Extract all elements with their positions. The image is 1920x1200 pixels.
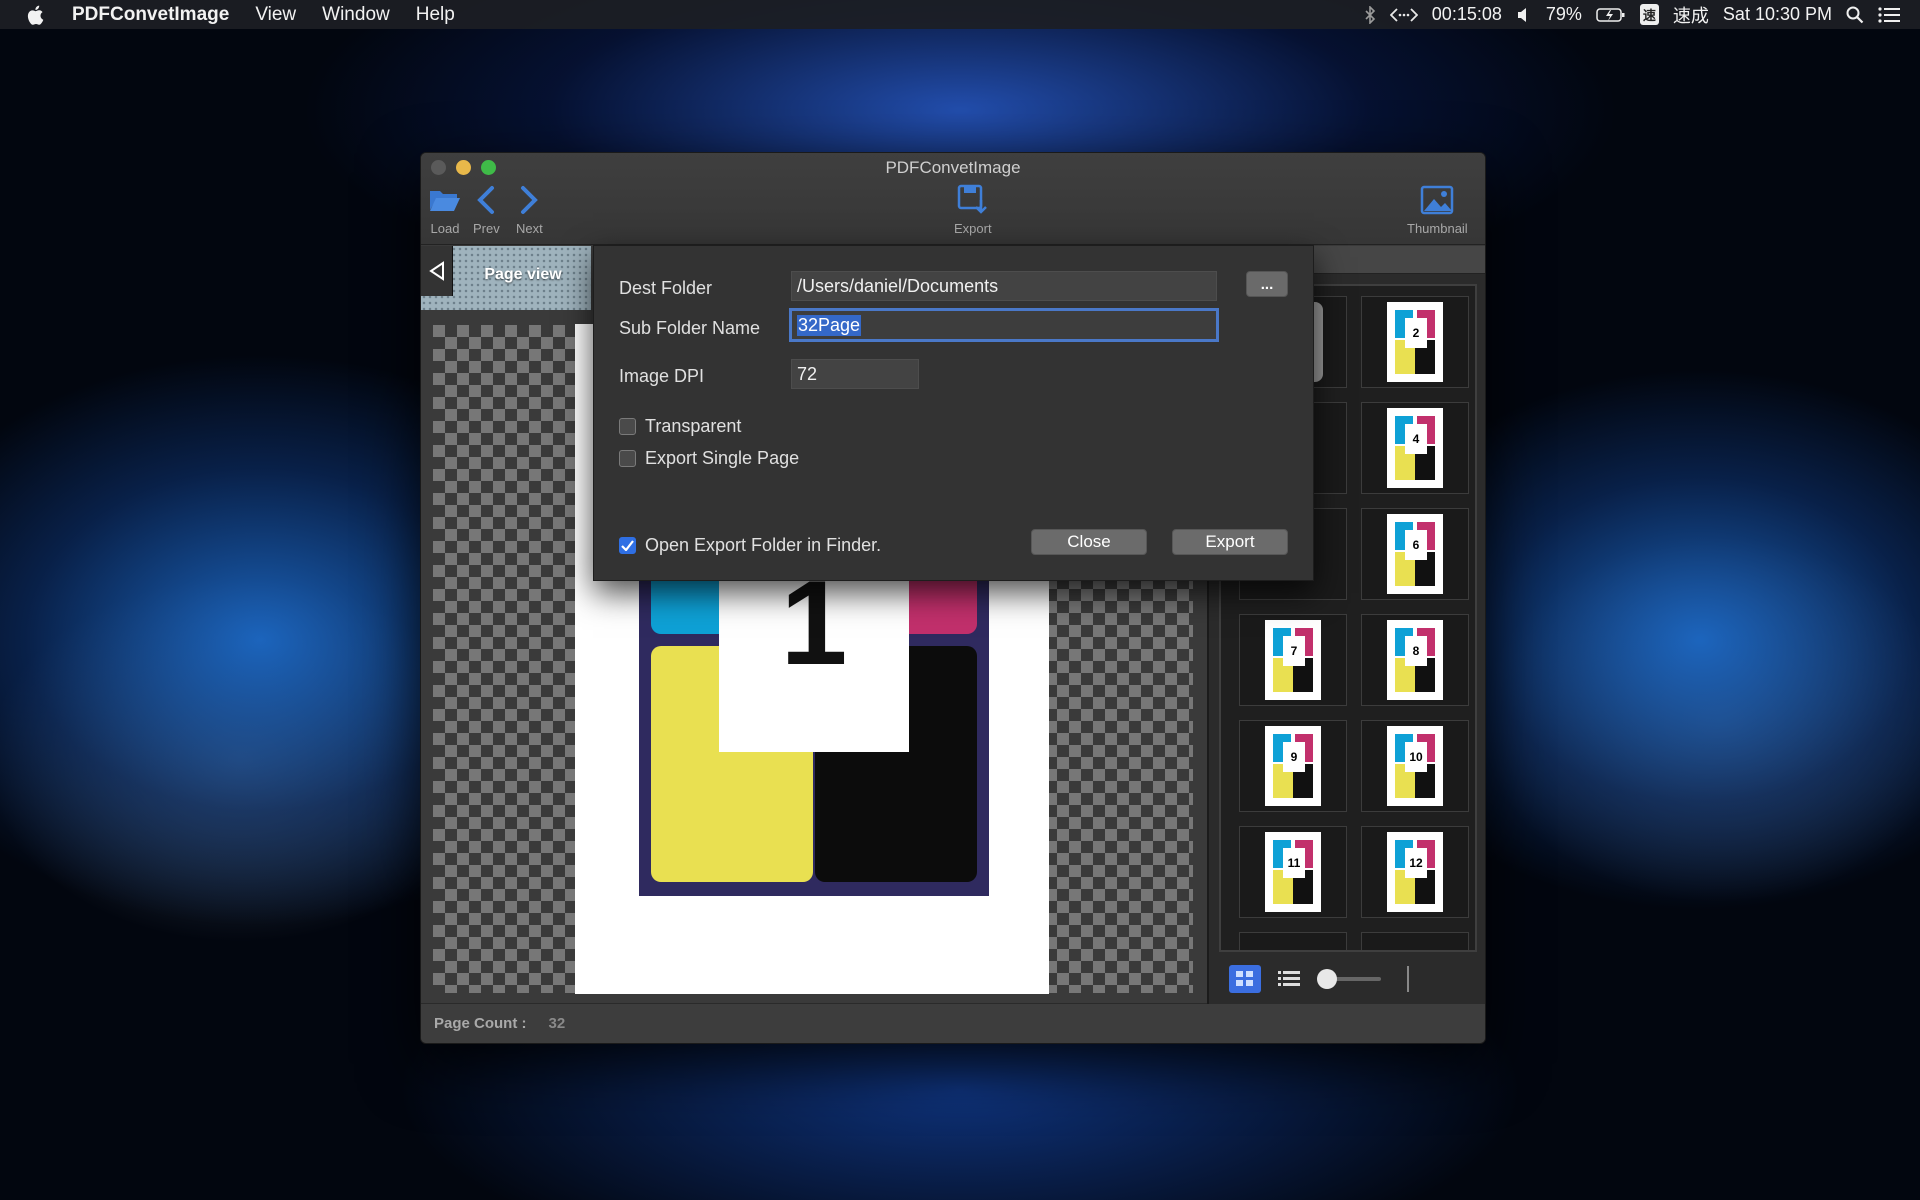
load-label: Load — [430, 221, 460, 236]
menu-bar: PDFConvetImage View Window Help 00:15:08… — [0, 0, 1920, 29]
close-button[interactable]: Close — [1031, 529, 1147, 555]
prev-label: Prev — [473, 221, 500, 236]
thumbnail-page: 4 — [1387, 408, 1443, 488]
export-single-page-checkbox[interactable]: Export Single Page — [619, 448, 799, 469]
thumbnail-item[interactable] — [1361, 932, 1469, 950]
menu-window[interactable]: Window — [322, 4, 390, 26]
export-dialog: Dest Folder /Users/daniel/Documents ... … — [593, 245, 1314, 581]
sub-folder-label: Sub Folder Name — [619, 318, 761, 338]
bluetooth-icon[interactable] — [1364, 5, 1376, 24]
menu-help[interactable]: Help — [416, 4, 455, 26]
export-toolbar-button[interactable]: Export — [954, 183, 992, 236]
battery-charging-icon[interactable] — [1596, 7, 1626, 23]
thumbnail-page: 7 — [1265, 620, 1321, 700]
thumbnail-item[interactable]: 12 — [1361, 826, 1469, 918]
thumbnail-page: 6 — [1387, 514, 1443, 594]
thumbnail-number: 6 — [1405, 530, 1427, 560]
export-button[interactable]: Export — [1172, 529, 1288, 555]
chevron-left-icon — [475, 183, 497, 217]
thumbnail-item[interactable]: 10 — [1361, 720, 1469, 812]
page-count-label: Page Count : — [434, 1015, 527, 1032]
thumbnail-footer — [1209, 956, 1485, 1002]
battery-percent[interactable]: 79% — [1546, 4, 1582, 25]
open-finder-checkbox[interactable]: Open Export Folder in Finder. — [619, 535, 881, 556]
thumbnail-page: 8 — [1387, 620, 1443, 700]
slider-divider — [1407, 966, 1409, 992]
transparent-label: Transparent — [645, 416, 742, 436]
browse-folder-button[interactable]: ... — [1246, 271, 1288, 297]
export-single-page-label: Export Single Page — [645, 448, 800, 468]
slider-knob[interactable] — [1317, 969, 1337, 989]
image-dpi-field[interactable]: 72 — [791, 359, 919, 389]
thumbnail-page: 10 — [1387, 726, 1443, 806]
open-finder-checkbox-box[interactable] — [619, 537, 636, 554]
timer-text[interactable]: 00:15:08 — [1432, 4, 1502, 25]
dest-folder-field[interactable]: /Users/daniel/Documents — [791, 271, 1217, 301]
prev-button[interactable]: Prev — [473, 183, 500, 236]
triangle-left-icon — [428, 261, 444, 281]
next-button[interactable]: Next — [516, 183, 543, 236]
notification-center-icon[interactable] — [1878, 6, 1900, 23]
list-view-button[interactable] — [1273, 965, 1305, 993]
thumbnail-size-slider[interactable] — [1317, 969, 1381, 989]
clock-text[interactable]: Sat 10:30 PM — [1723, 4, 1832, 25]
thumbnail-item[interactable]: 7 — [1239, 614, 1347, 706]
window-title: PDFConvetImage — [885, 158, 1021, 177]
tab-page-view[interactable]: Page view — [455, 253, 591, 297]
menu-view[interactable]: View — [255, 4, 296, 26]
collapse-panel-button[interactable] — [421, 246, 453, 296]
status-bar: Page Count : 32 — [421, 1003, 1485, 1043]
thumbnail-page: 11 — [1265, 832, 1321, 912]
transparent-checkbox[interactable]: Transparent — [619, 416, 741, 437]
chevron-right-icon — [518, 183, 540, 217]
export-toolbar-label: Export — [954, 221, 992, 236]
apple-menu-icon[interactable] — [26, 4, 48, 26]
image-icon — [1420, 183, 1454, 217]
save-export-icon — [957, 183, 989, 217]
thumbnail-toolbar-button[interactable]: Thumbnail — [1407, 183, 1468, 236]
thumbnail-item[interactable]: 9 — [1239, 720, 1347, 812]
sub-folder-name-field[interactable]: 32Page — [789, 308, 1219, 342]
next-label: Next — [516, 221, 543, 236]
thumbnail-number: 2 — [1405, 318, 1427, 348]
remote-control-icon[interactable] — [1389, 6, 1418, 24]
sub-folder-name-selected-text: 32Page — [797, 314, 862, 336]
dest-folder-label: Dest Folder — [619, 278, 713, 298]
export-single-page-checkbox-box[interactable] — [619, 450, 636, 467]
folder-open-icon — [429, 183, 461, 217]
thumbnail-toolbar-label: Thumbnail — [1407, 221, 1468, 236]
input-method-icon[interactable]: 速 — [1639, 4, 1659, 25]
thumbnail-item[interactable]: 11 — [1239, 826, 1347, 918]
image-dpi-label: Image DPI — [619, 366, 705, 386]
thumbnail-number: 7 — [1283, 636, 1305, 666]
thumbnail-page: 2 — [1387, 302, 1443, 382]
thumbnail-page: 12 — [1387, 832, 1443, 912]
thumbnail-page: 9 — [1265, 726, 1321, 806]
thumbnail-item[interactable]: 4 — [1361, 402, 1469, 494]
thumbnail-number: 10 — [1405, 742, 1427, 772]
open-finder-label: Open Export Folder in Finder. — [645, 535, 882, 555]
menu-app-name[interactable]: PDFConvetImage — [72, 4, 229, 26]
spotlight-search-icon[interactable] — [1846, 6, 1864, 24]
grid-view-button[interactable] — [1229, 965, 1261, 993]
thumbnail-number: 11 — [1283, 848, 1305, 878]
list-icon — [1278, 971, 1300, 986]
thumbnail-number: 8 — [1405, 636, 1427, 666]
load-button[interactable]: Load — [429, 183, 461, 236]
volume-icon[interactable] — [1516, 7, 1532, 23]
thumbnail-item[interactable]: 8 — [1361, 614, 1469, 706]
thumbnail-number: 12 — [1405, 848, 1427, 878]
grid-icon — [1236, 971, 1253, 986]
thumbnail-number: 4 — [1405, 424, 1427, 454]
thumbnail-item[interactable] — [1239, 932, 1347, 950]
menu-bar-status: 00:15:08 79% 速 速成 Sat 10:30 PM — [1364, 2, 1920, 28]
checkmark-icon — [621, 540, 634, 551]
input-method-label[interactable]: 速成 — [1673, 2, 1709, 28]
title-bar: PDFConvetImage Load Prev Next Export Thu… — [421, 153, 1485, 245]
page-count-value: 32 — [548, 1015, 566, 1032]
thumbnail-item[interactable]: 2 — [1361, 296, 1469, 388]
thumbnail-number: 9 — [1283, 742, 1305, 772]
transparent-checkbox-box[interactable] — [619, 418, 636, 435]
thumbnail-item[interactable]: 6 — [1361, 508, 1469, 600]
